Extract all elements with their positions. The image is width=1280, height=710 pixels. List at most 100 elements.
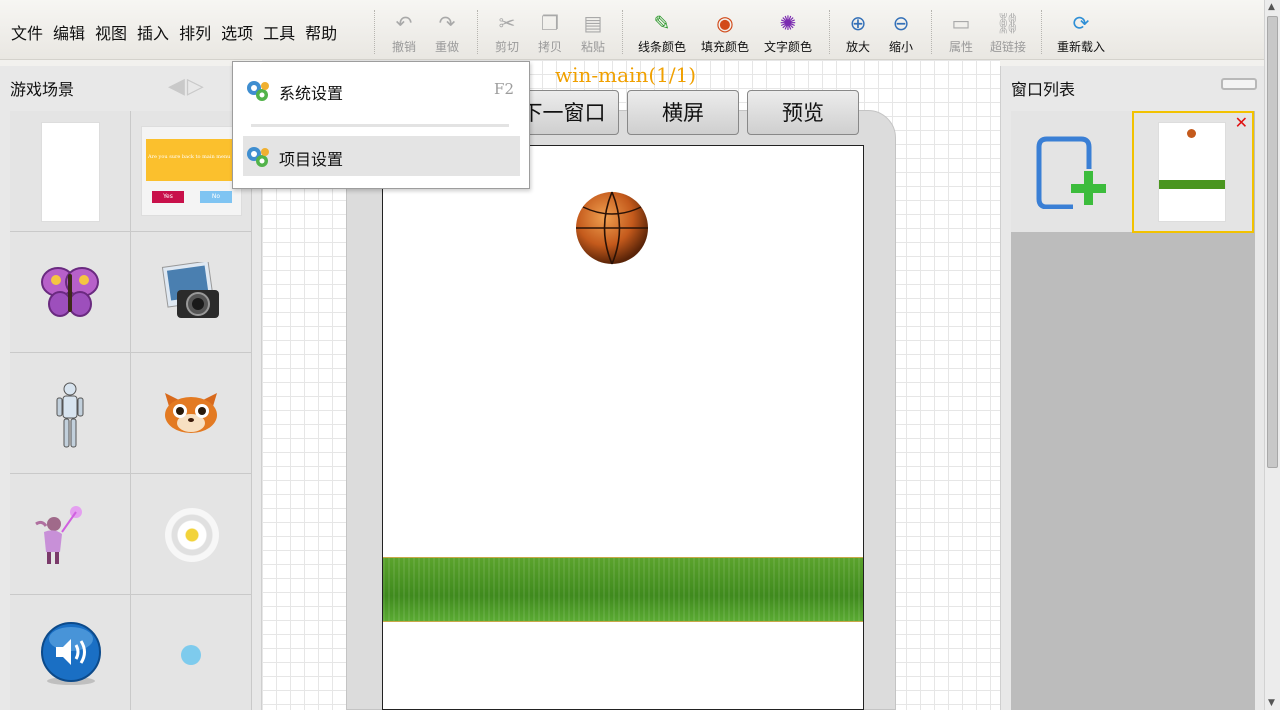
fox-face-icon <box>165 393 217 433</box>
text-color-label: 文字颜色 <box>763 40 812 54</box>
asset-blue-dot[interactable] <box>131 595 252 710</box>
asset-speaker-volume[interactable] <box>10 595 131 710</box>
window-thumbnail-preview <box>1158 122 1226 222</box>
radial-ring-icon <box>165 508 219 562</box>
next-arrow-icon[interactable]: ▷ <box>187 74 204 99</box>
toolbar-separator <box>1041 10 1042 54</box>
paste-icon: ▤ <box>583 11 603 35</box>
cut-label: 剪切 <box>494 40 519 54</box>
asset-fairy-character[interactable] <box>10 474 131 595</box>
properties-icon: ▭ <box>951 11 971 35</box>
menu-file[interactable]: 文件 <box>6 20 48 44</box>
window-list: ✕ <box>1011 111 1255 710</box>
options-dropdown-menu: 系统设置 F2 项目设置 <box>232 61 530 189</box>
panel-title: 窗口列表 <box>1011 80 1076 99</box>
zoom-out-button[interactable]: ⊖ 缩小 <box>885 8 917 55</box>
hyperlink-label: 超链接 <box>989 40 1026 54</box>
add-window-button[interactable] <box>1011 111 1132 232</box>
text-color-button[interactable]: ✺ 文字颜色 <box>761 8 815 55</box>
menu-item-project-settings[interactable]: 项目设置 <box>243 136 520 176</box>
menu-view[interactable]: 视图 <box>90 20 132 44</box>
game-scene-panel: 游戏场景 ◀▷ Are you sure back to main menu Y… <box>0 66 262 710</box>
menu-item-label: 系统设置 <box>279 84 344 103</box>
close-icon[interactable]: ✕ <box>1235 113 1248 132</box>
prev-arrow-icon[interactable]: ◀ <box>168 74 185 99</box>
vertical-scrollbar[interactable]: ▲ ▼ <box>1264 0 1280 710</box>
redo-icon: ↷ <box>438 11 456 35</box>
cut-button[interactable]: ✂ 剪切 <box>491 8 523 55</box>
toolbar-separator <box>931 10 932 54</box>
menu-edit[interactable]: 编辑 <box>48 20 90 44</box>
grass-ground-sprite[interactable] <box>383 557 863 622</box>
scroll-up-icon[interactable]: ▲ <box>1268 2 1275 12</box>
dialog-thumb: Are you sure back to main menu Yes No <box>141 126 242 216</box>
redo-label: 重做 <box>434 40 459 54</box>
scroll-down-icon[interactable]: ▼ <box>1268 698 1275 708</box>
menu-arrange[interactable]: 排列 <box>174 20 216 44</box>
asset-butterfly[interactable] <box>10 232 131 353</box>
blank-page-thumb <box>41 122 100 222</box>
menu-options[interactable]: 选项 <box>216 20 258 44</box>
copy-icon: ❐ <box>541 11 559 35</box>
undo-label: 撤销 <box>391 40 416 54</box>
line-color-button[interactable]: ✎ 线条颜色 <box>635 8 689 55</box>
reload-button[interactable]: ⟳ 重新载入 <box>1054 8 1108 55</box>
color-palette-icon: ✺ <box>779 11 797 35</box>
window-list-panel: 窗口列表 ✕ <box>1000 66 1264 710</box>
undo-icon: ↶ <box>395 11 413 35</box>
menu-help[interactable]: 帮助 <box>300 20 342 44</box>
refresh-icon: ⟳ <box>1072 11 1090 35</box>
paint-bucket-icon: ◉ <box>716 11 734 35</box>
collapse-button[interactable] <box>1221 78 1257 90</box>
thumb-basketball <box>1187 129 1196 138</box>
menu-item-system-settings[interactable]: 系统设置 F2 <box>243 70 520 110</box>
properties-label: 属性 <box>948 40 973 54</box>
copy-button[interactable]: ❐ 拷贝 <box>534 8 566 55</box>
copy-label: 拷贝 <box>537 40 562 54</box>
zoom-out-label: 缩小 <box>888 40 913 54</box>
hyperlink-button[interactable]: ⛓ 超链接 <box>987 8 1029 55</box>
scrollbar-thumb[interactable] <box>1267 16 1278 468</box>
asset-fox-face[interactable] <box>131 353 252 474</box>
basketball-sprite[interactable] <box>575 191 649 265</box>
toolbar-separator <box>829 10 830 54</box>
paste-button[interactable]: ▤ 粘贴 <box>577 8 609 55</box>
zoom-out-icon: ⊖ <box>892 11 910 35</box>
blue-dot-icon <box>181 645 201 665</box>
fairy-icon <box>35 506 82 564</box>
menu-insert[interactable]: 插入 <box>132 20 174 44</box>
robot-icon <box>56 382 84 448</box>
toolbar-separator <box>374 10 375 54</box>
menu-bar: 文件 编辑 视图 插入 排列 选项 工具 帮助 <box>6 20 342 44</box>
window-thumbnail-selected[interactable]: ✕ <box>1132 111 1254 233</box>
preview-button[interactable]: 预览 <box>747 90 859 135</box>
pencil-icon: ✎ <box>653 11 671 35</box>
properties-button[interactable]: ▭ 属性 <box>945 8 977 55</box>
reload-label: 重新载入 <box>1056 40 1105 54</box>
editor-screen[interactable] <box>382 145 864 710</box>
toolbar-separator <box>477 10 478 54</box>
dialog-no-thumb: No <box>200 191 232 203</box>
asset-camera-photo[interactable] <box>131 232 252 353</box>
fill-color-button[interactable]: ◉ 填充颜色 <box>698 8 752 55</box>
asset-robot-figure[interactable] <box>10 353 131 474</box>
asset-blank-page[interactable] <box>10 111 131 232</box>
menu-item-label: 项目设置 <box>279 150 344 169</box>
landscape-button[interactable]: 横屏 <box>627 90 739 135</box>
add-window-icon <box>1036 136 1106 209</box>
zoom-in-label: 放大 <box>845 40 870 54</box>
link-icon: ⛓ <box>995 11 1021 35</box>
thumb-grass <box>1159 180 1225 189</box>
scissors-icon: ✂ <box>498 11 516 35</box>
line-color-label: 线条颜色 <box>637 40 686 54</box>
menu-tools[interactable]: 工具 <box>258 20 300 44</box>
speaker-volume-icon <box>41 622 101 685</box>
toolbar-separator <box>622 10 623 54</box>
zoom-in-icon: ⊕ <box>849 11 867 35</box>
asset-radial-ring[interactable] <box>131 474 252 595</box>
zoom-in-button[interactable]: ⊕ 放大 <box>842 8 874 55</box>
paste-label: 粘贴 <box>580 40 605 54</box>
undo-button[interactable]: ↶ 撤销 <box>388 8 420 55</box>
redo-button[interactable]: ↷ 重做 <box>431 8 463 55</box>
menu-separator <box>251 124 509 127</box>
